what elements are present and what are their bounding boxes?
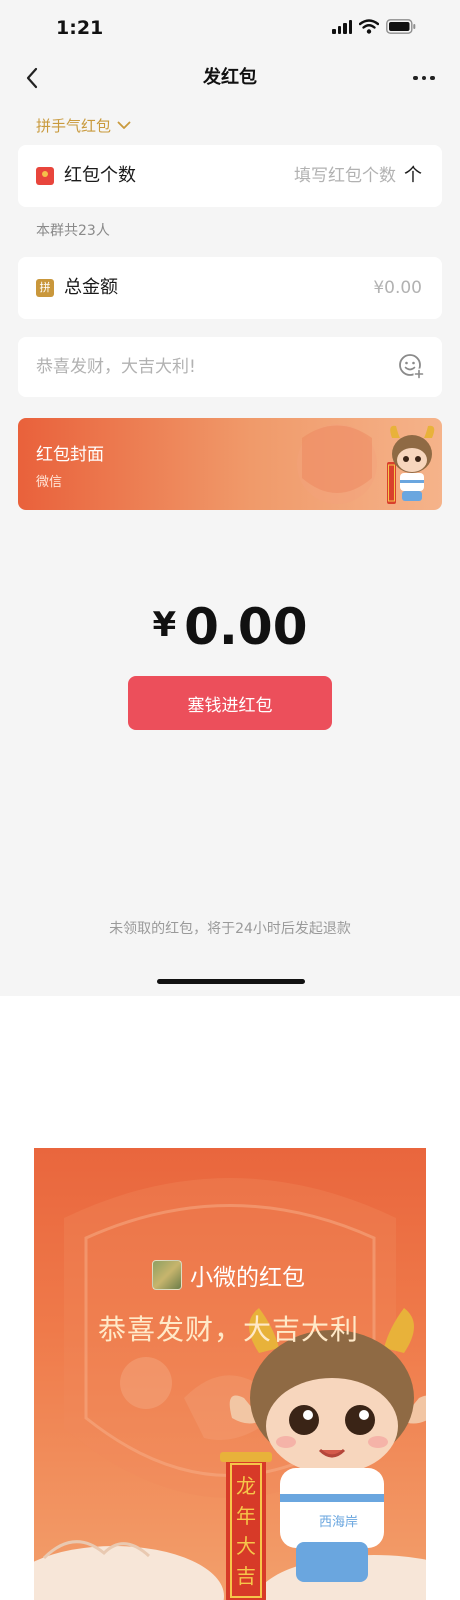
packet-cover-selector[interactable]: 红包封面 微信 xyxy=(18,418,442,510)
status-time: 1:21 xyxy=(56,17,104,39)
packet-count-unit: 个 xyxy=(404,165,422,186)
packet-count-label: 红包个数 xyxy=(64,165,136,186)
battery-icon xyxy=(386,19,416,34)
avatar xyxy=(152,1260,182,1290)
page-title: 发红包 xyxy=(203,67,257,88)
home-indicator xyxy=(157,979,305,984)
random-amount-icon: 拼 xyxy=(36,279,54,297)
cover-mascot-thumbnail xyxy=(297,424,435,504)
signal-icon xyxy=(332,19,352,34)
banner-text-3: 大 xyxy=(236,1534,256,1558)
cover-subtitle: 微信 xyxy=(36,475,63,490)
nav-bar: 发红包 xyxy=(0,56,460,100)
packet-type-selector[interactable]: 拼手气红包 xyxy=(36,115,131,136)
banner-text-2: 年 xyxy=(236,1504,256,1528)
cover-preview-art: 龙 年 大 吉 西海岸 xyxy=(34,1178,426,1600)
refund-note: 未领取的红包，将于24小时后发起退款 xyxy=(109,921,351,937)
preview-sender: 小微的红包 xyxy=(152,1258,305,1292)
more-button[interactable] xyxy=(406,60,442,96)
packet-type-label: 拼手气红包 xyxy=(36,117,112,135)
total-amount-input[interactable] xyxy=(222,257,422,319)
greeting-row xyxy=(18,337,442,397)
red-envelope-icon xyxy=(36,167,54,185)
currency-symbol: ¥ xyxy=(152,605,177,645)
status-bar: 1:21 xyxy=(0,0,460,56)
preview-sender-name: 小微的红包 xyxy=(190,1265,305,1291)
put-money-button[interactable]: 塞钱进红包 xyxy=(128,676,332,730)
total-amount-value: 0.00 xyxy=(184,598,308,656)
emoji-button[interactable] xyxy=(398,353,426,381)
group-member-note: 本群共23人 xyxy=(36,223,110,239)
cover-title: 红包封面 xyxy=(36,445,104,465)
emoji-add-icon xyxy=(399,354,425,380)
shirt-text: 西海岸 xyxy=(319,1515,358,1530)
packet-count-row: 红包个数 个 xyxy=(18,145,442,207)
packet-count-input[interactable] xyxy=(216,145,396,207)
chevron-down-icon xyxy=(117,121,131,129)
cover-preview: 龙 年 大 吉 西海岸 小微的红包 恭喜发财，大吉大利 xyxy=(34,1148,426,1600)
status-icons xyxy=(332,19,416,34)
more-dots-icon xyxy=(413,75,418,81)
total-amount-display: ¥0.00 xyxy=(0,598,460,656)
wifi-icon xyxy=(359,19,379,34)
send-red-packet-screen: 1:21 发红包 拼手气红包 红包个数 填写红包个数 个 本群共23人 拼 总金… xyxy=(0,0,460,996)
greeting-input[interactable] xyxy=(36,337,376,397)
banner-text-1: 龙 xyxy=(236,1474,256,1498)
banner-text-4: 吉 xyxy=(236,1564,256,1588)
total-amount-row: 拼 总金额 xyxy=(18,257,442,319)
total-amount-label: 总金额 xyxy=(64,277,118,298)
preview-greeting: 恭喜发财，大吉大利 xyxy=(98,1313,360,1346)
